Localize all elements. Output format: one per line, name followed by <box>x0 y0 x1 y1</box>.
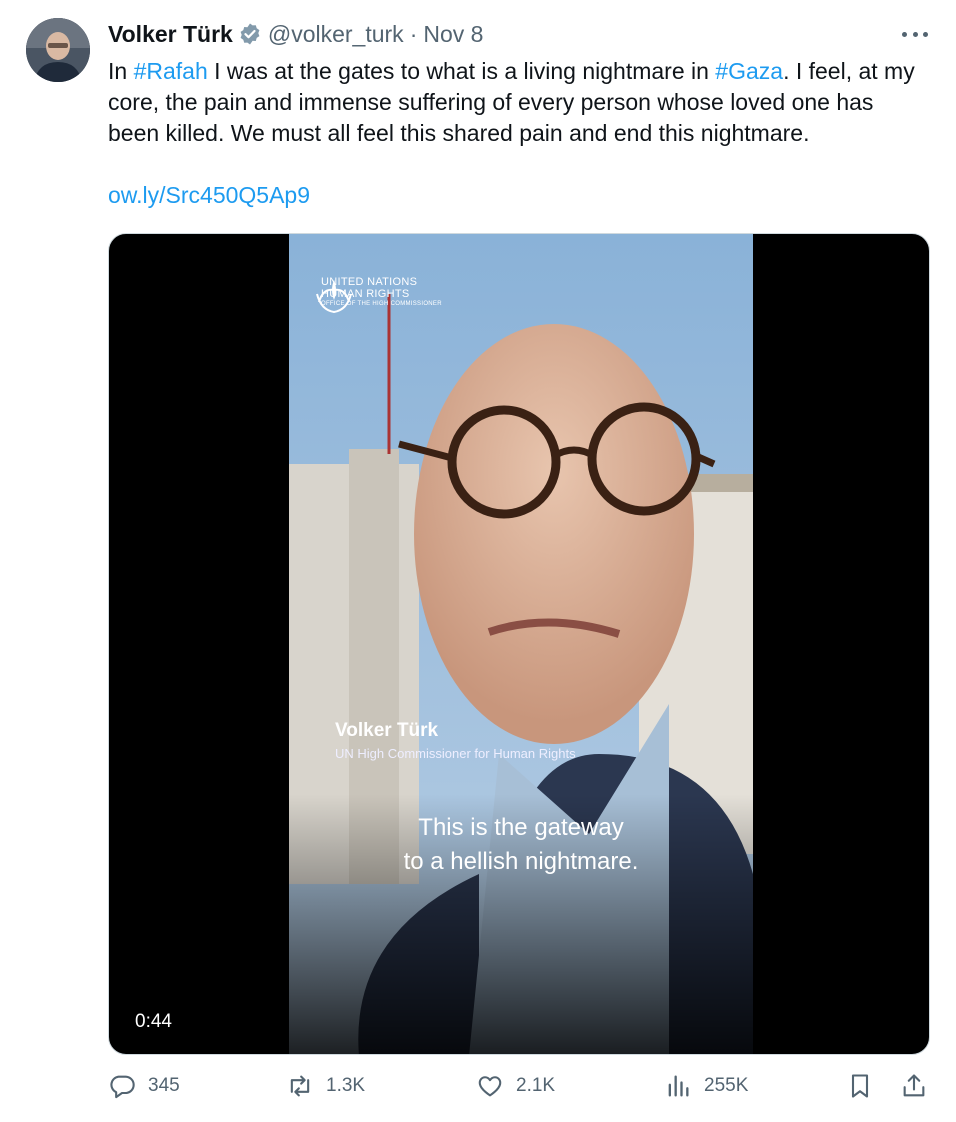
reply-count: 345 <box>148 1075 180 1096</box>
bookmark-button[interactable] <box>846 1072 886 1100</box>
analytics-icon <box>668 1075 689 1097</box>
un-human-rights-logo: UNITED NATIONS HUMAN RIGHTS OFFICE OF TH… <box>313 276 442 314</box>
more-options-icon[interactable] <box>902 22 928 46</box>
lower-third-name: Volker Türk <box>335 720 439 741</box>
tweet-header: Volker Türk @volker_turk · Nov 8 <box>108 18 483 50</box>
caption-line-2: to a hellish nightmare. <box>403 848 639 875</box>
hashtag-gaza[interactable]: #Gaza <box>715 58 783 84</box>
video-caption: This is the gateway to a hellish nightma… <box>289 811 753 879</box>
repost-button[interactable]: 1.3K <box>286 1072 365 1100</box>
tweet-date[interactable]: Nov 8 <box>423 21 483 48</box>
video-duration: 0:44 <box>123 1008 184 1036</box>
hashtag-rafah[interactable]: #Rafah <box>134 58 208 84</box>
reply-icon <box>110 1075 135 1099</box>
text-segment: In <box>108 58 134 84</box>
author-avatar[interactable] <box>26 18 90 82</box>
views-button[interactable]: 255K <box>664 1072 748 1100</box>
share-button[interactable] <box>900 1072 940 1100</box>
text-segment: I was at the gates to what is a living n… <box>207 58 716 84</box>
video-frame: UNITED NATIONS HUMAN RIGHTS OFFICE OF TH… <box>289 234 753 1054</box>
separator-dot: · <box>409 20 418 47</box>
view-count: 255K <box>704 1075 749 1096</box>
author-handle[interactable]: @volker_turk <box>268 21 404 48</box>
reply-button[interactable]: 345 <box>108 1072 180 1100</box>
heart-icon <box>478 1076 502 1097</box>
repost-count: 1.3K <box>326 1075 366 1096</box>
author-name[interactable]: Volker Türk <box>108 21 233 48</box>
tweet-text: In #Rafah I was at the gates to what is … <box>108 56 928 149</box>
lower-third-title: UN High Commissioner for Human Rights <box>335 746 576 761</box>
like-count: 2.1K <box>516 1075 556 1096</box>
verified-badge-icon <box>238 22 262 46</box>
repost-icon <box>290 1075 310 1097</box>
caption-line-1: This is the gateway <box>418 814 624 841</box>
bookmark-icon <box>851 1074 869 1098</box>
tweet-actions: 345 1.3K 2.1K 255K <box>108 1072 930 1112</box>
un-emblem-icon <box>316 280 352 314</box>
share-icon <box>903 1074 925 1097</box>
like-button[interactable]: 2.1K <box>476 1072 555 1100</box>
tweet-link[interactable]: ow.ly/Src450Q5Ap9 <box>108 182 310 209</box>
video-player[interactable]: UNITED NATIONS HUMAN RIGHTS OFFICE OF TH… <box>108 233 930 1055</box>
